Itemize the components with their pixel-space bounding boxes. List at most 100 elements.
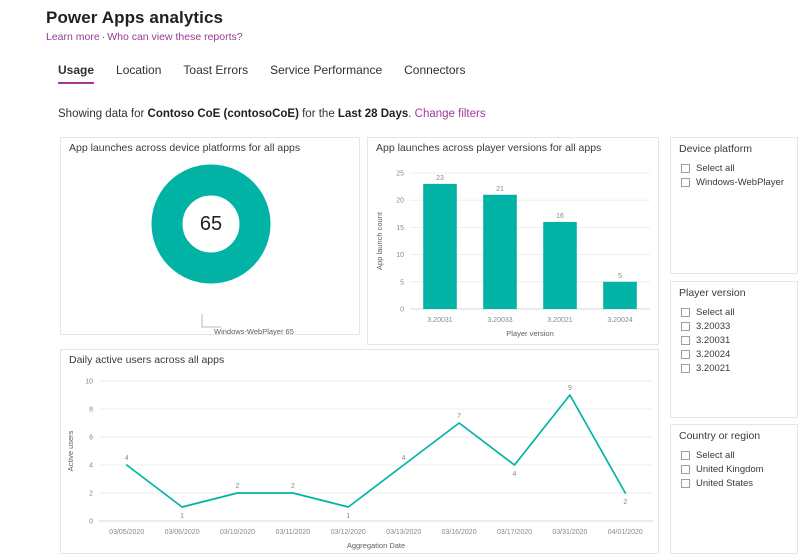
line-value-label: 4 [402,455,406,462]
bar[interactable] [603,282,637,309]
donut-center-value: 65 [151,164,271,284]
bar-x-tick: 3.20033 [487,317,512,324]
line-value-label: 2 [291,483,295,490]
bar-x-axis-title: Player version [506,329,554,338]
filter-option-label: 3.20031 [696,335,730,346]
line-x-tick: 03/17/2020 [497,529,532,536]
filter-device-platform-options: Select all Windows-WebPlayer [681,161,793,189]
filter-option-version-3[interactable]: 3.20024 [681,347,793,361]
player-version-bar-card: App launches across player versions for … [367,137,659,345]
filter-option-label: 3.20024 [696,349,730,360]
page-title: Power Apps analytics [46,8,223,28]
filter-country-or-region-options: Select all United Kingdom United States [681,448,793,490]
donut-card-title: App launches across device platforms for… [69,142,300,154]
filter-country-or-region: Country or region Select all United King… [670,424,798,554]
checkbox-icon[interactable] [681,322,690,331]
filter-option-label: United States [696,478,753,489]
line-chart-svg[interactable]: 0246810403/05/2020103/06/2020203/10/2020… [61,369,660,553]
bar[interactable] [483,195,517,309]
line-x-tick: 03/11/2020 [276,529,311,536]
summary-middle: for the [299,108,338,120]
filter-option-united-states[interactable]: United States [681,476,793,490]
filter-option-select-all[interactable]: Select all [681,448,793,462]
filter-device-platform-title: Device platform [679,143,752,155]
line-x-tick: 03/10/2020 [220,529,255,536]
line-series-path[interactable] [127,395,626,507]
filter-option-label: 3.20021 [696,363,730,374]
filter-device-platform: Device platform Select all Windows-WebPl… [670,137,798,274]
checkbox-icon[interactable] [681,451,690,460]
checkbox-icon[interactable] [681,465,690,474]
bar-y-tick: 15 [396,225,404,232]
bar[interactable] [423,184,457,309]
bar-y-tick: 0 [400,307,404,314]
summary-environment: Contoso CoE (contosoCoE) [148,108,299,120]
checkbox-icon[interactable] [681,479,690,488]
filter-option-version-2[interactable]: 3.20031 [681,333,793,347]
line-value-label: 1 [180,513,184,520]
bar-value-label: 5 [618,273,622,280]
line-y-tick: 2 [89,491,93,498]
bar-value-label: 23 [436,175,444,182]
bar[interactable] [543,222,577,309]
filter-option-label: United Kingdom [696,464,764,475]
learn-more-link[interactable]: Learn more [46,31,100,43]
line-y-axis-title: Active users [66,430,75,471]
filter-option-label: Windows-WebPlayer [696,177,784,188]
filter-player-version-options: Select all 3.20033 3.20031 3.20024 3.200… [681,305,793,375]
tab-connectors[interactable]: Connectors [404,63,465,84]
data-summary: Showing data for Contoso CoE (contosoCoE… [58,108,486,120]
filter-option-select-all[interactable]: Select all [681,161,793,175]
line-card-title: Daily active users across all apps [69,354,224,366]
line-y-tick: 0 [89,519,93,526]
summary-prefix: Showing data for [58,108,148,120]
bar-card-title: App launches across player versions for … [376,142,601,154]
line-x-tick: 03/12/2020 [331,529,366,536]
line-value-label: 1 [346,513,350,520]
checkbox-icon[interactable] [681,336,690,345]
line-x-tick: 03/13/2020 [386,529,421,536]
change-filters-link[interactable]: Change filters [415,108,486,120]
filter-option-label: Select all [696,163,735,174]
tab-location[interactable]: Location [116,63,161,84]
line-x-tick: 03/06/2020 [165,529,200,536]
filter-option-windows-webplayer[interactable]: Windows-WebPlayer [681,175,793,189]
donut-slice-callout: Windows-WebPlayer 65 [214,327,294,336]
filter-country-or-region-title: Country or region [679,430,760,442]
device-platform-donut-card: App launches across device platforms for… [60,137,360,335]
line-x-axis-title: Aggregation Date [347,541,405,550]
bar-value-label: 16 [556,213,564,220]
who-can-view-link[interactable]: Who can view these reports? [107,31,242,43]
line-value-label: 2 [236,483,240,490]
donut-chart[interactable]: 65 Windows-WebPlayer 65 [61,158,361,336]
checkbox-icon[interactable] [681,308,690,317]
filter-option-label: Select all [696,450,735,461]
filter-option-version-1[interactable]: 3.20033 [681,319,793,333]
line-x-tick: 03/16/2020 [442,529,477,536]
filter-option-version-4[interactable]: 3.20021 [681,361,793,375]
header-links: Learn more·Who can view these reports? [46,31,243,43]
line-value-label: 9 [568,385,572,392]
line-x-tick: 03/05/2020 [109,529,144,536]
line-value-label: 7 [457,413,461,420]
filter-player-version-title: Player version [679,287,746,299]
bar-y-axis-title: App launch count [375,211,384,270]
line-value-label: 4 [513,471,517,478]
tab-service-performance[interactable]: Service Performance [270,63,382,84]
filter-option-label: 3.20033 [696,321,730,332]
bar-chart-svg[interactable]: 0510152025233.20031213.20033163.2002153.… [368,159,660,345]
checkbox-icon[interactable] [681,178,690,187]
analytics-page: Power Apps analytics Learn more·Who can … [0,0,800,560]
line-value-label: 2 [623,499,627,506]
tab-usage[interactable]: Usage [58,63,94,84]
filter-option-united-kingdom[interactable]: United Kingdom [681,462,793,476]
bar-y-tick: 10 [396,252,404,259]
line-y-tick: 6 [89,435,93,442]
line-x-tick: 03/31/2020 [552,529,587,536]
line-value-label: 4 [125,455,129,462]
filter-option-select-all[interactable]: Select all [681,305,793,319]
checkbox-icon[interactable] [681,164,690,173]
checkbox-icon[interactable] [681,364,690,373]
checkbox-icon[interactable] [681,350,690,359]
tab-toast-errors[interactable]: Toast Errors [183,63,248,84]
